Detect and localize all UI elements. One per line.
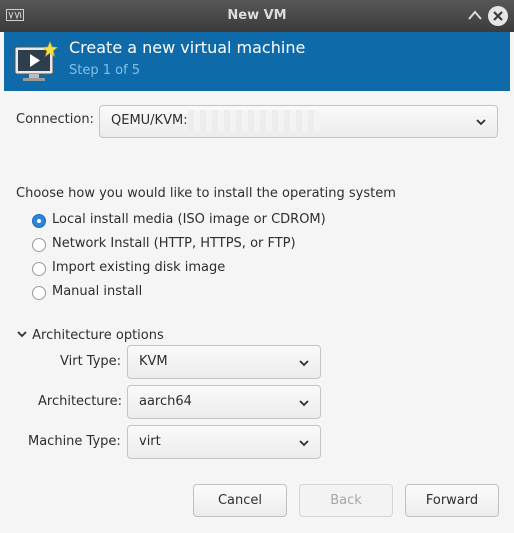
radio-button[interactable] [32,238,46,252]
radio-button[interactable] [32,262,46,276]
virt-type-value: KVM [139,354,168,369]
architecture-label: Architecture: [38,394,122,409]
architecture-dropdown[interactable]: aarch64 [127,385,321,419]
radio-button-selected[interactable] [32,214,46,228]
radio-label: Import existing disk image [52,260,226,275]
chevron-down-icon [299,440,309,447]
wizard-header: Create a new virtual machine Step 1 of 5 [4,32,510,91]
window-title: New VM [227,8,287,23]
machine-type-dropdown[interactable]: virt [127,425,321,459]
virt-type-label: Virt Type: [60,354,122,369]
wizard-step: Step 1 of 5 [69,63,141,78]
virt-type-dropdown[interactable]: KVM [127,345,321,379]
close-button[interactable] [488,6,508,26]
close-icon [493,11,503,21]
chevron-down-icon [17,331,27,338]
cancel-button[interactable]: Cancel [193,484,287,517]
connection-value: QEMU/KVM: [111,113,188,128]
chevron-down-icon [476,119,486,126]
vm-monitor-icon [14,41,58,81]
machine-type-value: virt [139,434,161,449]
chevron-down-icon [299,400,309,407]
architecture-value: aarch64 [139,394,192,409]
radio-label: Local install media (ISO image or CDROM) [52,212,326,227]
window-titlebar[interactable]: New VM [0,0,514,32]
redacted-hostname [188,110,320,132]
chevron-down-icon [299,360,309,367]
architecture-expander[interactable]: Architecture options [16,328,164,343]
maximize-icon[interactable] [466,7,484,25]
connection-label: Connection: [16,112,94,127]
architecture-expander-label: Architecture options [32,328,164,343]
back-button[interactable]: Back [299,484,393,517]
forward-button[interactable]: Forward [405,484,499,517]
radio-button[interactable] [32,286,46,300]
wizard-title: Create a new virtual machine [69,38,306,57]
install-prompt: Choose how you would like to install the… [16,186,396,201]
radio-label: Network Install (HTTP, HTTPS, or FTP) [52,236,296,251]
machine-type-label: Machine Type: [28,434,121,449]
radio-label: Manual install [52,284,143,299]
